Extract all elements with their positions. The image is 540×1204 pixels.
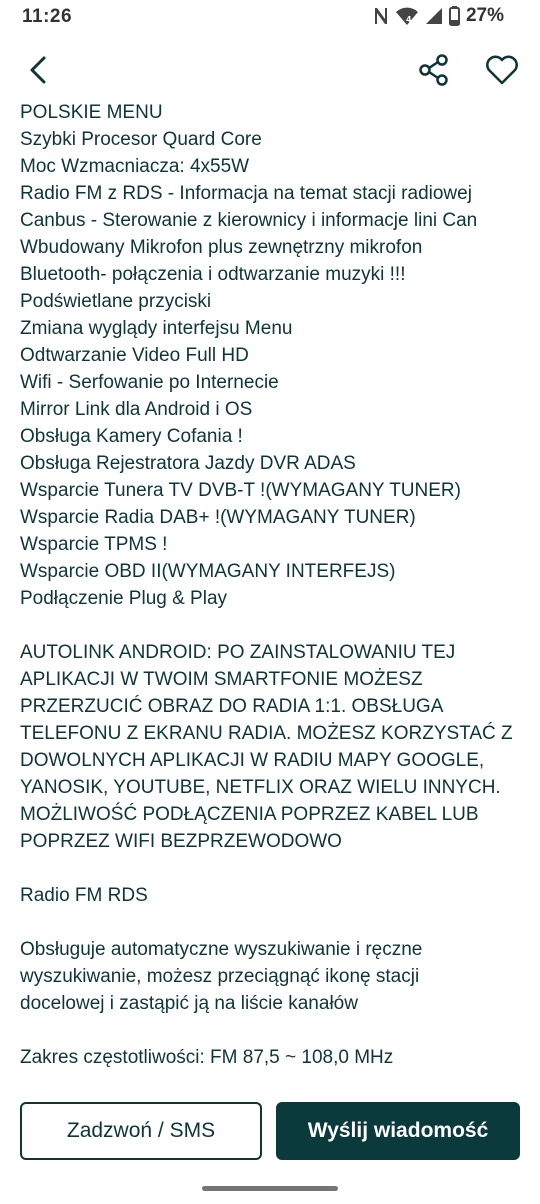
description-line: APLIKACJI W TWOIM SMARTFONIE MOŻESZ xyxy=(20,669,423,690)
description-line: Podłączenie Plug & Play xyxy=(20,588,228,609)
share-button[interactable] xyxy=(416,52,452,88)
description-line: Zmiana wyglądy interfejsu Menu xyxy=(20,318,293,339)
wifi-icon: 4 xyxy=(395,6,419,26)
description-line: Szybki Procesor Quard Core xyxy=(20,129,262,150)
description-line: Moc Wzmacniacza: 4x55W xyxy=(20,156,250,177)
description-line: Wsparcie Tunera TV DVB-T !(WYMAGANY TUNE… xyxy=(20,480,461,501)
chevron-left-icon xyxy=(30,56,46,84)
description-line: wyszukiwanie, możesz przeciągnąć ikonę s… xyxy=(20,966,420,987)
favorite-button[interactable] xyxy=(484,52,520,88)
signal-icon xyxy=(425,7,443,25)
description-line: Bluetooth- połączenia i odtwarzanie muzy… xyxy=(20,264,406,285)
description-line: Wbudowany Mikrofon plus zewnętrzny mikro… xyxy=(20,237,423,258)
description-line: docelowej i zastąpić ją na liście kanałó… xyxy=(20,993,358,1014)
description-line: Mirror Link dla Android i OS xyxy=(20,399,253,420)
status-icons: 4 27% xyxy=(373,5,504,27)
share-icon xyxy=(419,54,448,86)
description-line: POPRZEZ WIFI BEZPRZEWODOWO xyxy=(20,831,342,852)
description-line: Obsługuje automatyczne wyszukiwanie i rę… xyxy=(20,939,423,960)
description-line: Obsługa Kamery Cofania ! xyxy=(20,426,243,447)
top-navigation xyxy=(0,44,540,96)
battery-icon xyxy=(448,6,460,26)
description-line: Wsparcie Radia DAB+ !(WYMAGANY TUNER) xyxy=(20,507,416,528)
description-line: Canbus - Sterowanie z kierownicy i infor… xyxy=(20,210,478,231)
home-indicator[interactable] xyxy=(202,1186,338,1191)
description-line: Wsparcie OBD II(WYMAGANY INTERFEJS) xyxy=(20,561,396,582)
svg-text:4: 4 xyxy=(406,15,412,24)
description-line: AUTOLINK ANDROID: PO ZAINSTALOWANIU TEJ xyxy=(20,642,456,663)
back-button[interactable] xyxy=(22,52,58,88)
status-bar: 11:26 4 27% xyxy=(0,0,540,36)
description-line: MOŻLIWOŚĆ PODŁĄCZENIA POPRZEZ KABEL LUB xyxy=(20,804,479,825)
description-line: Odtwarzanie Video Full HD xyxy=(20,345,249,366)
send-message-button[interactable]: Wyślij wiadomość xyxy=(276,1102,520,1160)
description-line: TELEFONU Z EKRANU RADIA. MOŻESZ KORZYSTA… xyxy=(20,723,513,744)
listing-description: POLSKIE MENU Szybki Procesor Quard Core … xyxy=(20,99,525,1071)
description-line: Obsługa Rejestratora Jazdy DVR ADAS xyxy=(20,453,356,474)
n-notification-icon xyxy=(373,7,389,25)
status-time: 11:26 xyxy=(22,6,73,27)
description-line: Radio FM z RDS - Informacja na temat sta… xyxy=(20,183,472,204)
description-line: POLSKIE MENU xyxy=(20,102,163,123)
description-line: Zakres częstotliwości: FM 87,5 ~ 108,0 M… xyxy=(20,1047,394,1068)
description-line: Radio FM RDS xyxy=(20,885,148,906)
heart-outline-icon xyxy=(486,55,518,85)
description-line: PRZERZUCIĆ OBRAZ DO RADIA 1:1. OBSŁUGA xyxy=(20,696,444,717)
description-line: Wsparcie TPMS ! xyxy=(20,534,168,555)
description-line: Wifi - Serfowanie po Internecie xyxy=(20,372,279,393)
description-line: DOWOLNYCH APLIKACJI W RADIU MAPY GOOGLE, xyxy=(20,750,485,771)
description-line: YANOSIK, YOUTUBE, NETFLIX ORAZ WIELU INN… xyxy=(20,777,501,798)
battery-percentage: 27% xyxy=(465,5,504,26)
call-sms-button[interactable]: Zadzwoń / SMS xyxy=(20,1102,262,1160)
description-line: Podświetlane przyciski xyxy=(20,291,212,312)
